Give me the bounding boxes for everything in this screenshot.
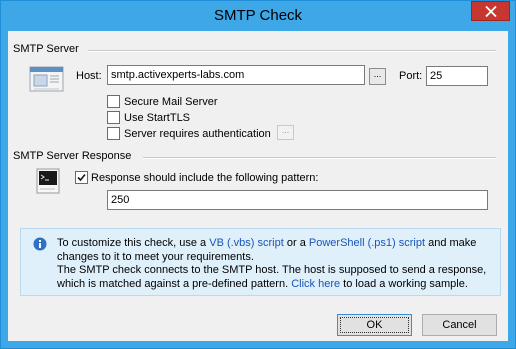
auth-settings-button[interactable]: ...: [277, 125, 294, 140]
host-label: Host:: [76, 70, 102, 82]
title-bar[interactable]: SMTP Check: [1, 1, 515, 31]
info-icon: [33, 237, 47, 251]
secure-mail-checkbox[interactable]: [107, 95, 120, 108]
port-label: Port:: [399, 70, 423, 82]
load-sample-link[interactable]: Click here: [291, 278, 340, 290]
dialog-window: SMTP Check SMTP Server Host: smtp.active…: [0, 0, 516, 349]
terminal-icon: [34, 167, 64, 197]
auth-label: Server requires authentication: [124, 128, 271, 140]
cancel-button-label: Cancel: [442, 319, 477, 331]
smtp-server-group-label: SMTP Server: [13, 43, 79, 55]
mail-server-icon: [28, 61, 66, 99]
close-icon: [485, 6, 497, 17]
ok-button[interactable]: OK: [337, 314, 412, 336]
info-text: To customize this check, use a VB (.vbs)…: [57, 237, 487, 290]
info-panel: To customize this check, use a VB (.vbs)…: [20, 228, 501, 296]
smtp-response-group-label: SMTP Server Response: [13, 150, 132, 162]
secure-mail-label: Secure Mail Server: [124, 96, 218, 108]
group-divider: [143, 157, 496, 159]
pattern-checkbox-label: Response should include the following pa…: [91, 172, 319, 184]
pattern-checkbox[interactable]: [75, 171, 88, 184]
vb-script-link[interactable]: VB (.vbs) script: [209, 237, 284, 249]
starttls-label: Use StartTLS: [124, 112, 191, 124]
group-divider: [88, 50, 496, 52]
window-title: SMTP Check: [213, 7, 303, 24]
port-input[interactable]: 25: [426, 66, 488, 86]
close-button[interactable]: [471, 1, 510, 21]
host-input[interactable]: smtp.activexperts-labs.com: [107, 65, 365, 85]
powershell-script-link[interactable]: PowerShell (.ps1) script: [309, 237, 425, 249]
host-browse-button[interactable]: ...: [369, 68, 386, 85]
pattern-input[interactable]: 250: [107, 190, 488, 210]
dialog-body: SMTP Server Host: smtp.activexperts-labs…: [8, 31, 508, 341]
starttls-checkbox[interactable]: [107, 111, 120, 124]
focus-rect: [340, 317, 409, 333]
cancel-button[interactable]: Cancel: [422, 314, 497, 336]
checkmark-icon: [77, 173, 86, 182]
auth-checkbox[interactable]: [107, 127, 120, 140]
